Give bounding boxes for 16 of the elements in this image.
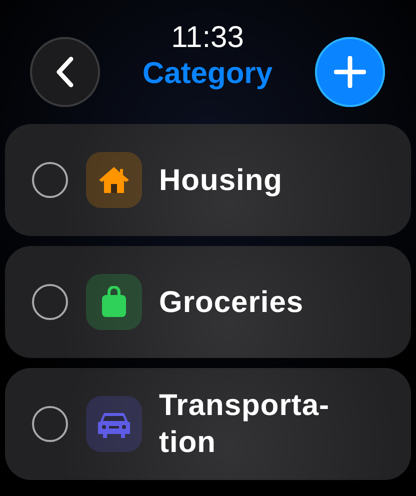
radio-button[interactable]	[32, 284, 68, 320]
car-icon	[96, 410, 132, 438]
bag-icon	[100, 286, 128, 318]
category-name: Groceries	[159, 284, 305, 320]
category-name: Transporta-tion	[159, 388, 331, 461]
radio-button[interactable]	[32, 162, 68, 198]
category-row[interactable]: Transporta-tion	[5, 368, 411, 480]
category-row[interactable]: Groceries	[5, 246, 411, 358]
category-row[interactable]: Housing	[5, 124, 411, 236]
plus-icon	[334, 56, 366, 88]
category-name: Housing	[159, 162, 284, 198]
radio-button[interactable]	[32, 406, 68, 442]
clock-time: 11:33	[171, 21, 244, 55]
house-icon	[97, 165, 131, 195]
chevron-left-icon	[55, 56, 75, 88]
screen-title: Category	[142, 56, 273, 92]
